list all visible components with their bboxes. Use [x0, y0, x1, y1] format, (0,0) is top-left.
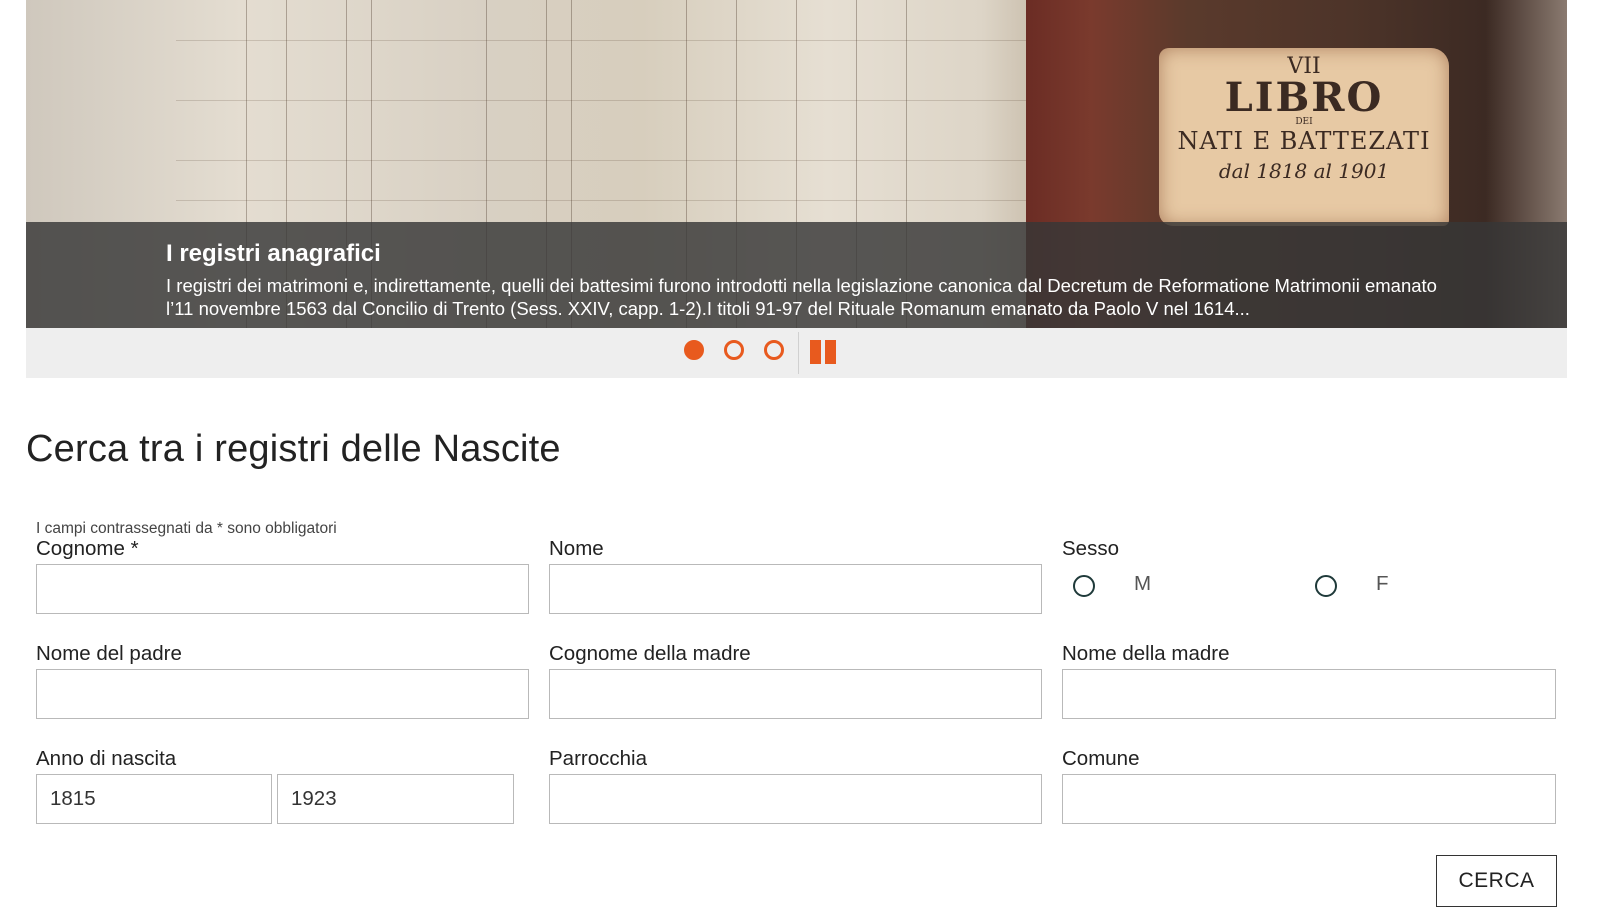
cognome-label: Cognome * [36, 537, 139, 560]
cognome-madre-input[interactable] [549, 669, 1042, 719]
caption-text: I registri dei matrimoni e, indirettamen… [166, 275, 1437, 319]
comune-input[interactable] [1062, 774, 1556, 824]
parrocchia-input[interactable] [549, 774, 1042, 824]
ledger-line [176, 160, 1026, 161]
carousel-dot-2[interactable] [724, 340, 744, 360]
comune-label: Comune [1062, 747, 1140, 770]
book-label-subtitle: NATI E BATTEZATI [1177, 127, 1431, 155]
cerca-button[interactable]: CERCA [1436, 855, 1557, 907]
anno-nascita-label: Anno di nascita [36, 747, 177, 770]
sesso-option-m-label[interactable]: M [1134, 572, 1151, 596]
cognome-madre-label: Cognome della madre [549, 642, 751, 665]
page-title: Cerca tra i registri delle Nascite [26, 428, 561, 470]
sesso-label: Sesso [1062, 537, 1119, 560]
carousel-dot-1[interactable] [684, 340, 704, 360]
anno-from-input[interactable] [36, 774, 272, 824]
carousel-slide-image[interactable]: VII LIBRO DEI NATI E BATTEZATI dal 1818 … [26, 0, 1567, 328]
cognome-input[interactable] [36, 564, 529, 614]
sesso-option-f-label[interactable]: F [1376, 572, 1389, 596]
pause-bar [825, 340, 836, 364]
nome-input[interactable] [549, 564, 1042, 614]
required-fields-note: I campi contrassegnati da * sono obbliga… [36, 520, 337, 537]
parrocchia-label: Parrocchia [549, 747, 647, 770]
book-label: VII LIBRO DEI NATI E BATTEZATI dal 1818 … [1159, 48, 1449, 226]
pause-icon[interactable] [808, 338, 838, 366]
carousel-dot-3[interactable] [764, 340, 784, 360]
carousel-caption: I registri anagrafici I registri dei mat… [26, 222, 1567, 328]
sesso-radio-f[interactable] [1315, 575, 1337, 597]
anno-to-input[interactable] [277, 774, 514, 824]
nome-padre-label: Nome del padre [36, 642, 182, 665]
nome-padre-input[interactable] [36, 669, 529, 719]
book-label-title: LIBRO [1224, 74, 1384, 121]
sesso-radio-m[interactable] [1073, 575, 1095, 597]
ledger-line [176, 100, 1026, 101]
ledger-line [176, 200, 1026, 201]
controls-divider [798, 332, 799, 374]
nome-madre-label: Nome della madre [1062, 642, 1230, 665]
book-label-dei: DEI [1295, 117, 1313, 127]
caption-title[interactable]: I registri anagrafici [166, 240, 381, 268]
image-carousel: VII LIBRO DEI NATI E BATTEZATI dal 1818 … [26, 0, 1567, 378]
carousel-controls [26, 328, 1567, 378]
book-label-dates: dal 1818 al 1901 [1218, 159, 1390, 183]
nome-madre-input[interactable] [1062, 669, 1556, 719]
pause-bar [810, 340, 821, 364]
ledger-line [176, 40, 1026, 41]
nome-label: Nome [549, 537, 604, 560]
